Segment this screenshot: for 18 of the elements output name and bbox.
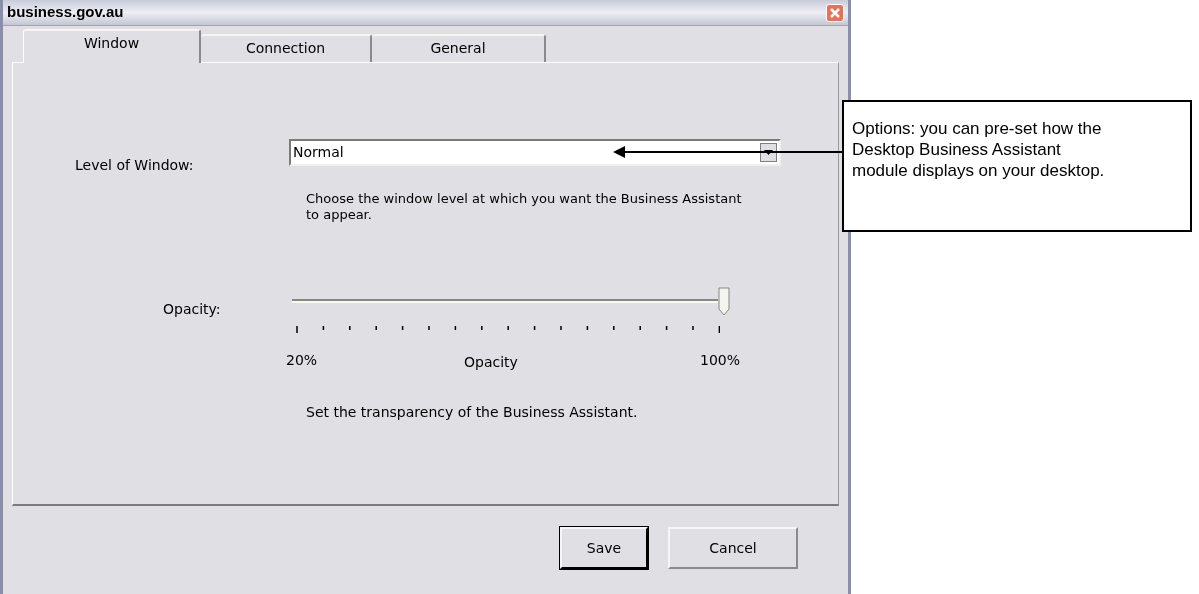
- field-label: Level of Window:: [75, 156, 194, 175]
- slider-max-label: 100%: [700, 351, 741, 370]
- dropdown-field[interactable]: Normal: [289, 139, 781, 166]
- slider-label: Opacity: [464, 353, 518, 372]
- description-text: Set the transparency of the Business Assistant.: [306, 403, 638, 422]
- slider-thumb[interactable]: [718, 287, 730, 317]
- close-icon: [830, 7, 840, 18]
- dialog-button[interactable]: Save: [560, 527, 648, 569]
- slider-min-label: 20%: [286, 351, 318, 370]
- tab[interactable]: Window: [23, 29, 201, 63]
- callout-text: Options: you can pre-set how the Desktop Business Assistant module displays on your desktop.: [852, 118, 1106, 181]
- dialog-button[interactable]: Cancel: [668, 527, 798, 569]
- description-text: Choose the window level at which you want the Business Assistant to appear.: [306, 191, 743, 223]
- field-label: Opacity:: [163, 300, 221, 319]
- window-title: business.gov.au: [7, 2, 124, 23]
- tab[interactable]: General: [372, 34, 546, 62]
- close-button[interactable]: [826, 3, 844, 22]
- tab[interactable]: Connection: [201, 34, 372, 62]
